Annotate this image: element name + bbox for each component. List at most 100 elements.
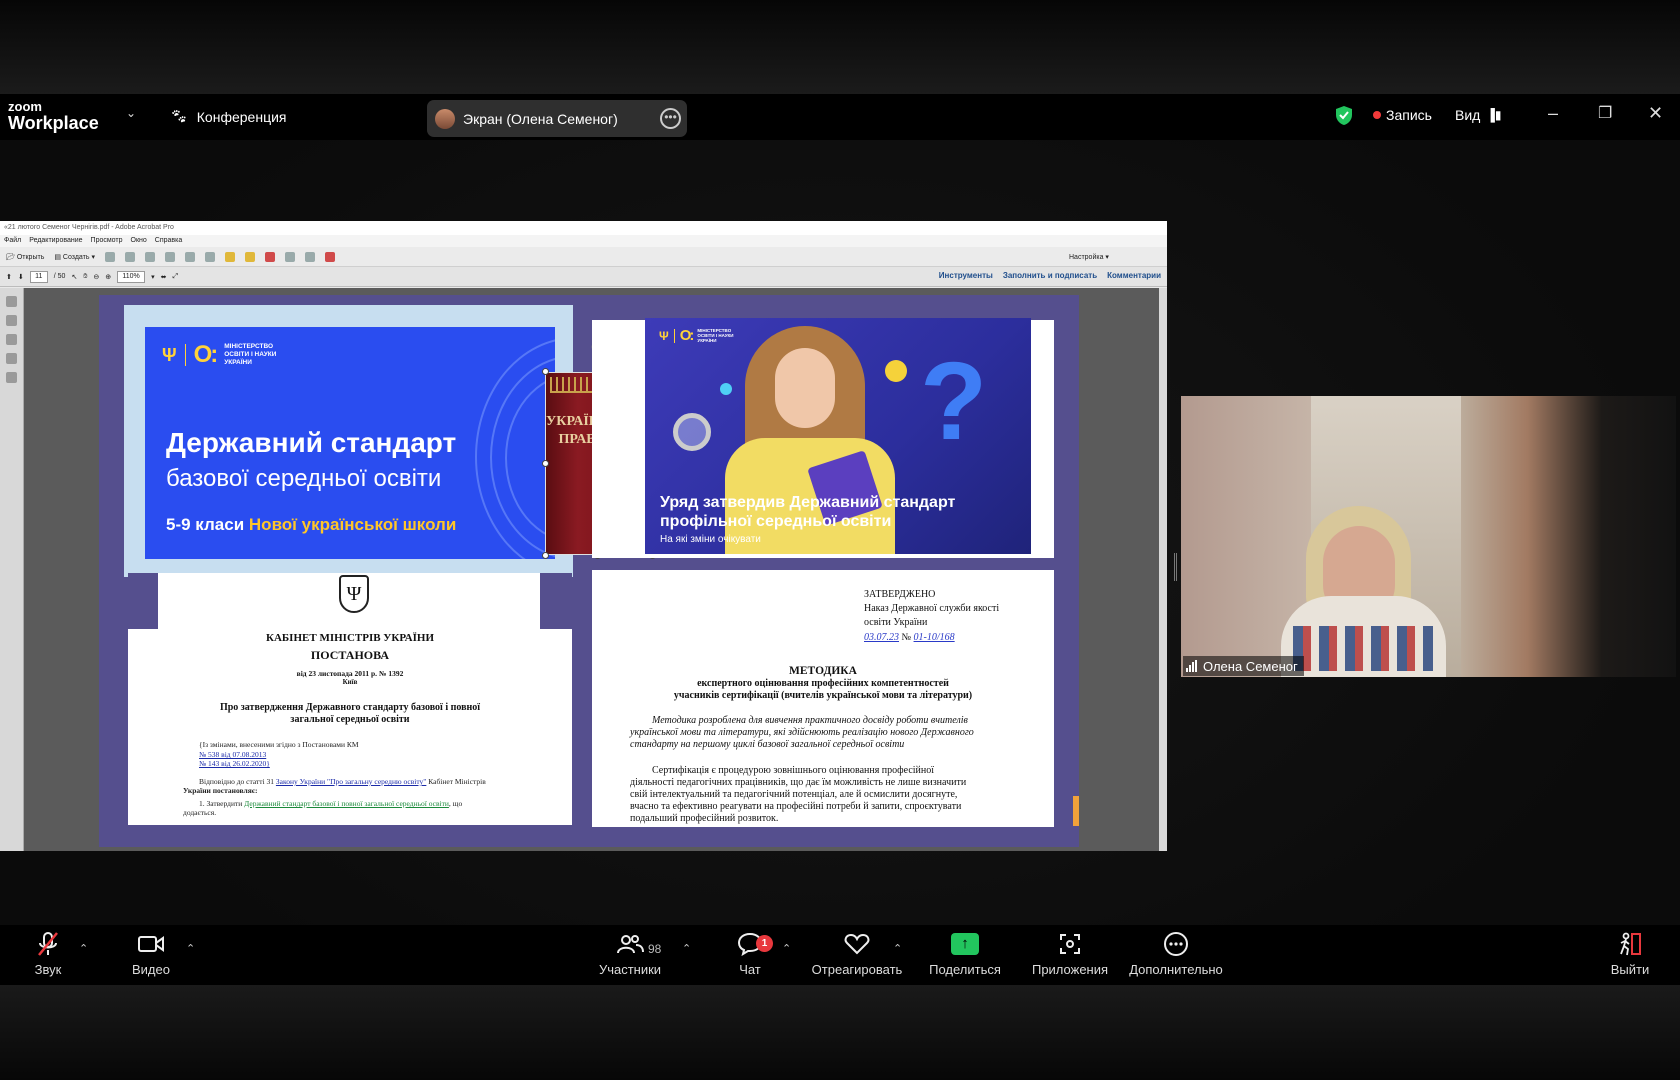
- stamp-icon[interactable]: [244, 251, 255, 262]
- doc1-city: Київ: [342, 678, 358, 686]
- audio-options-caret[interactable]: ⌃: [79, 942, 88, 955]
- menu-edit[interactable]: Редактирование: [29, 235, 82, 247]
- prev-page-icon[interactable]: ⬆: [6, 273, 12, 281]
- menu-help[interactable]: Справка: [155, 235, 182, 247]
- shield-check-icon[interactable]: [1335, 105, 1353, 126]
- resize-handle[interactable]: [542, 552, 549, 559]
- react-options-caret[interactable]: ⌃: [893, 942, 902, 955]
- trident-icon: Ψ: [659, 328, 669, 343]
- video-options-caret[interactable]: ⌃: [186, 942, 195, 955]
- resize-handle[interactable]: [542, 460, 549, 467]
- doc1-change-link-2[interactable]: № 143 від 26.02.2020}: [199, 759, 270, 768]
- doc2-approved: ЗАТВЕРДЖЕНО: [864, 589, 936, 600]
- open-button[interactable]: 📂︎ Открыть: [6, 253, 44, 261]
- zoom-level-input[interactable]: 110%: [117, 270, 146, 283]
- save-icon[interactable]: [104, 251, 115, 262]
- redact-icon[interactable]: [264, 251, 275, 262]
- record-indicator[interactable]: Запись: [1373, 107, 1432, 123]
- apps-button[interactable]: Приложения: [1028, 930, 1112, 977]
- doc1-para2-c: додається.: [183, 808, 217, 817]
- doc2-italic-3: стандарту на першому циклі базової загал…: [630, 739, 905, 750]
- react-button[interactable]: Отреагировать: [807, 930, 907, 977]
- bookmarks-panel-icon[interactable]: [6, 315, 17, 326]
- edit-icon[interactable]: [164, 251, 175, 262]
- view-label: Вид: [1455, 107, 1481, 123]
- tools-link[interactable]: Инструменты: [939, 271, 993, 280]
- more-button[interactable]: Дополнительно: [1124, 930, 1228, 977]
- ministry-name: МІНІСТЕРСТВО ОСВІТИ І НАУКИ УКРАЇНИ: [224, 343, 277, 366]
- leave-button[interactable]: Выйти: [1608, 930, 1652, 977]
- pdf-icon[interactable]: [324, 251, 335, 262]
- doc1-para1: Відповідно до статті 31 Закону України "…: [199, 777, 486, 786]
- menu-file[interactable]: Файл: [4, 235, 21, 247]
- restore-icon[interactable]: ❐: [1598, 103, 1612, 123]
- split-handle[interactable]: [1174, 553, 1177, 581]
- pages-panel-icon[interactable]: [6, 296, 17, 307]
- embroidery-pattern: [1293, 626, 1433, 671]
- export-icon[interactable]: [304, 251, 315, 262]
- vertical-scrollbar[interactable]: [1159, 288, 1167, 851]
- doc2-order-no-label: №: [901, 632, 912, 643]
- chat-options-caret[interactable]: ⌃: [782, 942, 791, 955]
- participant-video-tile[interactable]: [1181, 396, 1676, 677]
- page-number-input[interactable]: 11: [29, 270, 48, 283]
- doc1-para1-a: Відповідно до статті 31: [199, 777, 275, 786]
- doc1-org: КАБІНЕТ МІНІСТРІВ УКРАЇНИ: [265, 632, 435, 644]
- share-button[interactable]: ↑ Поделиться: [927, 930, 1003, 977]
- zoom-in-icon[interactable]: ⊕: [105, 273, 111, 281]
- signal-strength-icon: [1186, 660, 1197, 672]
- create-label: Создать: [62, 253, 90, 261]
- video-button[interactable]: Видео: [130, 930, 172, 977]
- comment-icon[interactable]: [224, 251, 235, 262]
- logo-small-text: zoom: [8, 99, 42, 114]
- audio-button[interactable]: Звук: [28, 930, 68, 977]
- gear-icon[interactable]: [204, 251, 215, 262]
- cloud-icon[interactable]: [124, 251, 135, 262]
- doc2-para-2: діяльності педагогічних працівників, що …: [630, 777, 967, 788]
- doc2-heading: МЕТОДИКА: [789, 665, 857, 677]
- compare-icon[interactable]: [284, 251, 295, 262]
- conference-button[interactable]: 🐾︎ Конференция: [170, 108, 286, 125]
- hand-tool-icon[interactable]: ✋︎: [83, 273, 87, 281]
- resize-handle[interactable]: [542, 368, 549, 375]
- more-options-icon[interactable]: •••: [660, 108, 681, 129]
- comments-link[interactable]: Комментарии: [1107, 271, 1161, 280]
- minimize-icon[interactable]: –: [1548, 103, 1558, 124]
- view-button[interactable]: Вид ▐▮: [1455, 107, 1501, 123]
- create-button[interactable]: ▤ Создать ▾: [54, 253, 95, 261]
- participants-options-caret[interactable]: ⌃: [682, 942, 691, 955]
- doc2-order-sign: 03.07.23 № 01-10/168: [864, 632, 955, 643]
- menu-window[interactable]: Окно: [131, 235, 147, 247]
- zoom-dropdown-icon[interactable]: ▾: [151, 273, 155, 281]
- fit-page-icon[interactable]: ⬌: [161, 273, 167, 281]
- doc1-law-link[interactable]: Закону України "Про загальну середню осв…: [276, 777, 426, 786]
- doc2-order-no: 01-10/168: [913, 632, 955, 643]
- signatures-panel-icon[interactable]: [6, 372, 17, 383]
- slide2-caption-line1: Уряд затвердив Державний стандарт: [660, 494, 956, 511]
- slide-state-standard: Ψ O: МІНІСТЕРСТВО ОСВІТИ І НАУКИ УКРАЇНИ…: [145, 327, 555, 559]
- menu-view[interactable]: Просмотр: [91, 235, 123, 247]
- next-page-icon[interactable]: ⬇: [18, 273, 24, 281]
- girl-photo-face: [775, 348, 835, 428]
- zoom-out-icon[interactable]: ⊖: [93, 273, 99, 281]
- decor-ball: [720, 383, 732, 395]
- slide1-subtitle: базової середньої освіти: [166, 465, 442, 492]
- select-tool-icon[interactable]: ↖: [71, 273, 77, 281]
- doc1-change-link-1[interactable]: № 538 від 07.08.2013: [199, 750, 266, 759]
- settings-dropdown[interactable]: Настройка ▾: [1069, 253, 1109, 261]
- print-icon[interactable]: [144, 251, 155, 262]
- participant-name-bar: Олена Семеног: [1183, 656, 1304, 676]
- fill-sign-link[interactable]: Заполнить и подписать: [1003, 271, 1097, 280]
- doc1-standard-link[interactable]: Державний стандарт базової і повної зага…: [244, 799, 449, 808]
- video-label: Видео: [132, 962, 170, 977]
- layers-panel-icon[interactable]: [6, 353, 17, 364]
- screen-share-pill[interactable]: Экран (Олена Семеног) •••: [427, 100, 687, 137]
- doc2-para-5: подальший професійний розвиток.: [630, 813, 779, 824]
- close-icon[interactable]: ✕: [1648, 103, 1663, 124]
- mail-icon[interactable]: [184, 251, 195, 262]
- heart-icon: [807, 930, 907, 958]
- attachments-panel-icon[interactable]: [6, 334, 17, 345]
- doc2-sub2: учасників сертифікації (вчителів українс…: [673, 690, 973, 701]
- fit-width-icon[interactable]: ⤢: [172, 273, 178, 281]
- chevron-down-icon[interactable]: ⌄: [126, 106, 136, 120]
